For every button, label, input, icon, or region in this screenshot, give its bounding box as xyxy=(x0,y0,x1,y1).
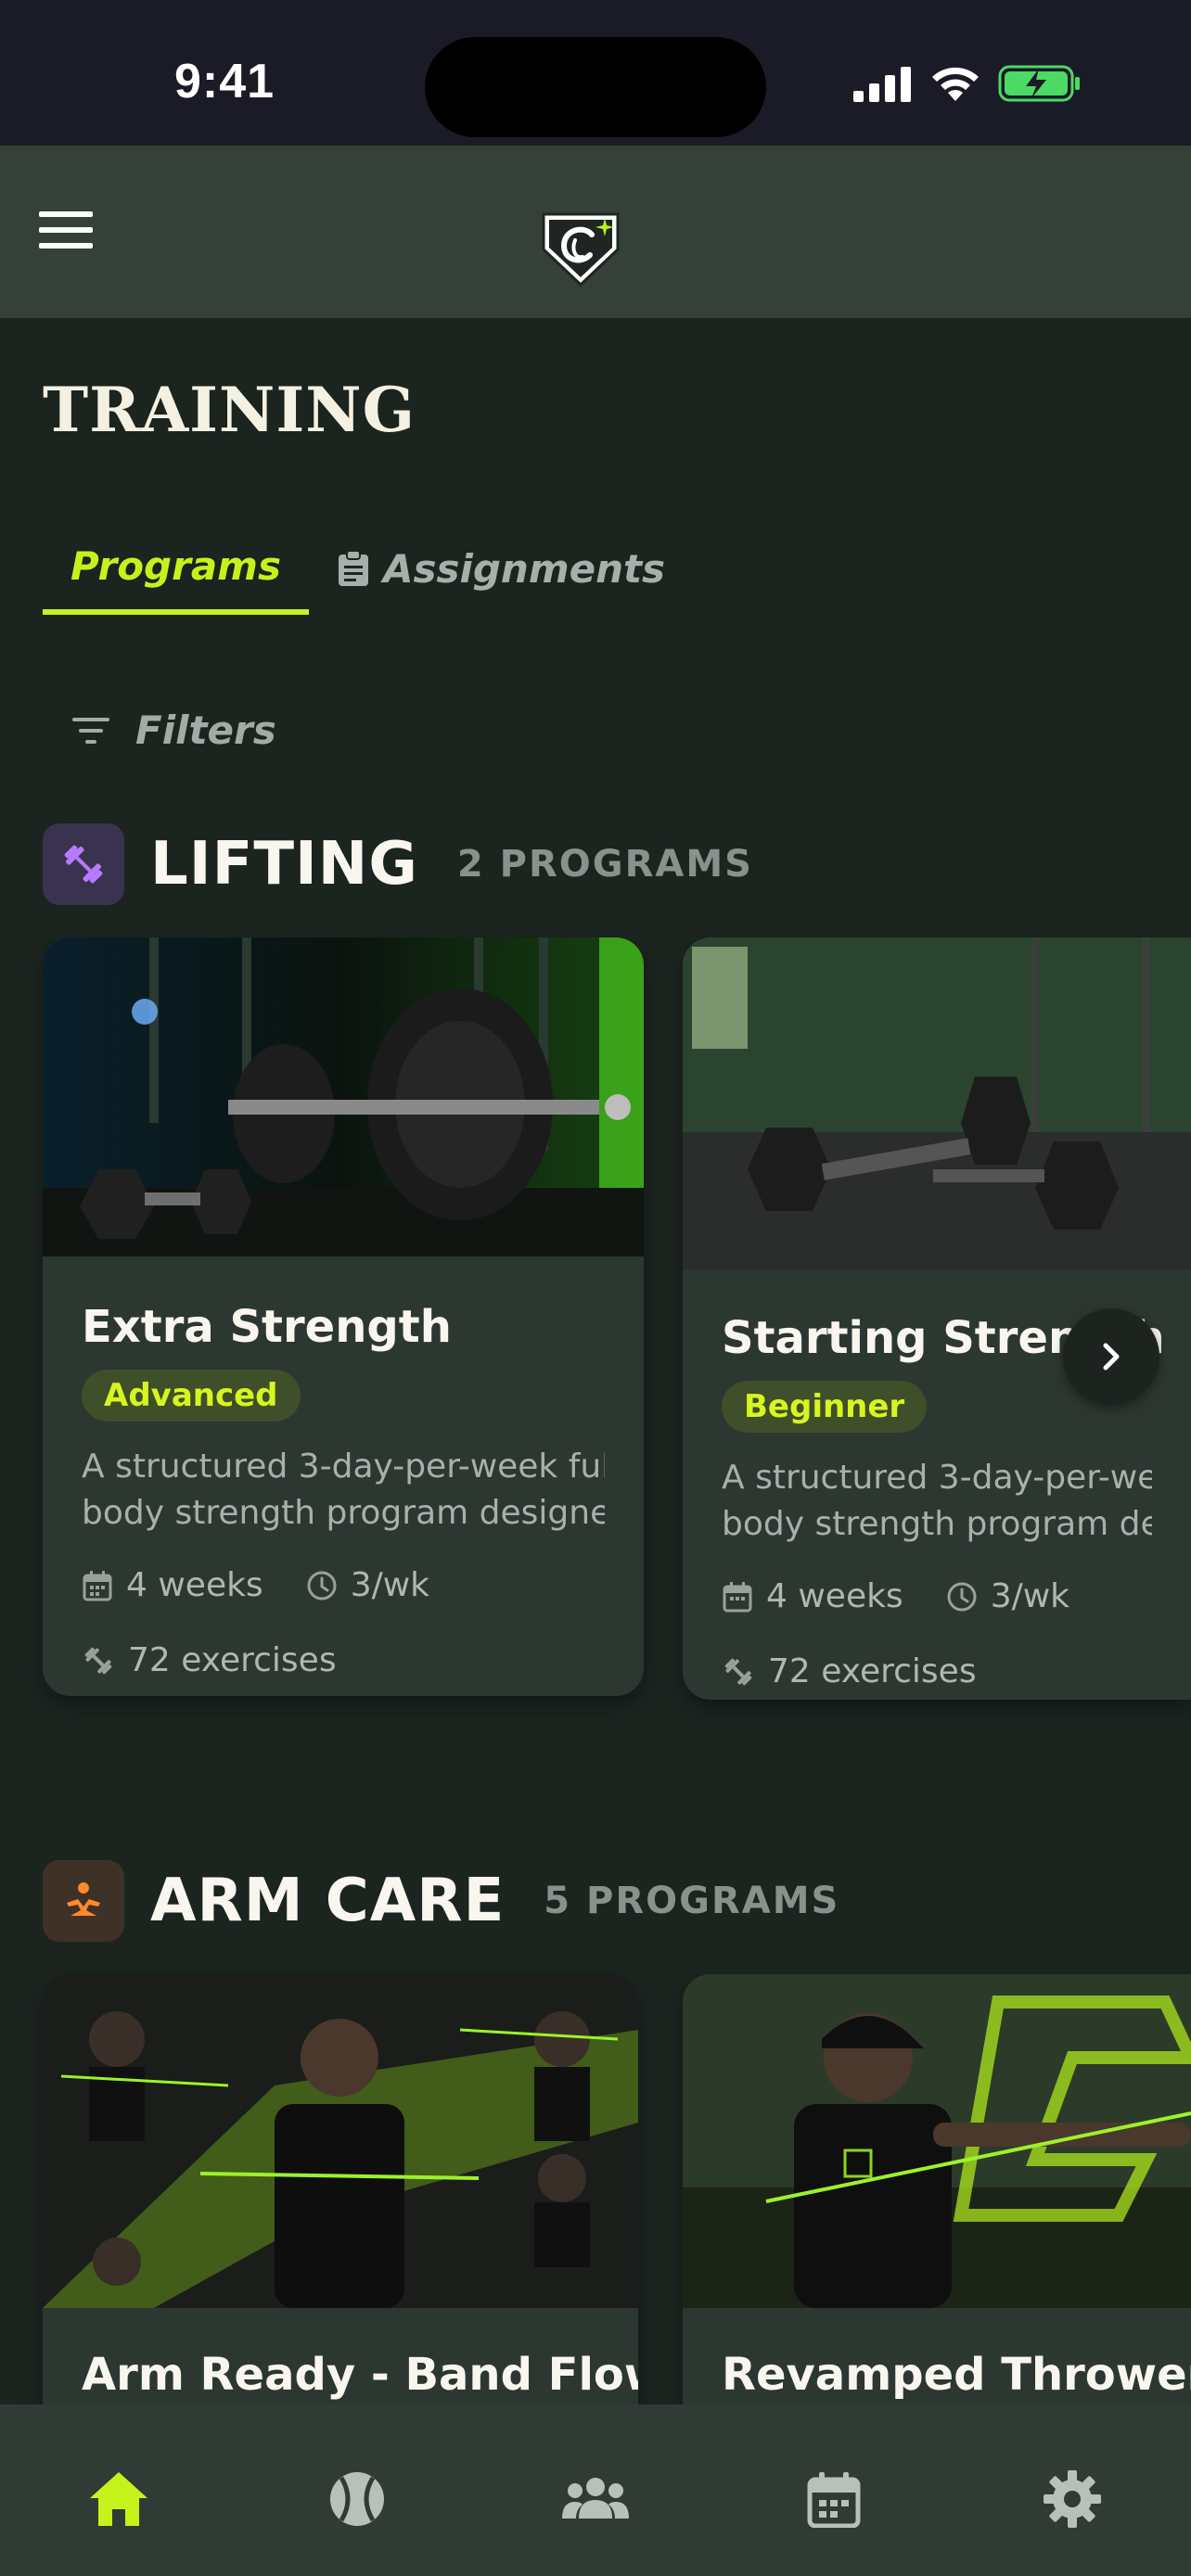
nav-home[interactable] xyxy=(82,2462,156,2536)
dumbbell-icon xyxy=(724,1658,752,1685)
frequency-text: 3/wk xyxy=(990,1577,1070,1615)
home-icon xyxy=(90,2472,148,2526)
program-meta: 4 weeks 3/wk xyxy=(82,1566,605,1604)
hamburger-menu-icon[interactable] xyxy=(39,203,93,257)
cellular-signal-icon xyxy=(853,67,911,102)
frequency-text: 3/wk xyxy=(350,1566,430,1604)
nav-team[interactable] xyxy=(558,2462,633,2536)
carousel-next-button[interactable] xyxy=(1063,1308,1159,1405)
section-icon-bg xyxy=(43,1860,124,1942)
program-description: A structured 3-day-per-week full body st… xyxy=(722,1455,1152,1548)
meta-frequency: 3/wk xyxy=(306,1566,429,1604)
meta-duration: 4 weeks xyxy=(82,1566,263,1604)
training-content: TRAINING Programs Assignments Filters LI… xyxy=(0,318,1191,2404)
level-badge: Beginner xyxy=(722,1381,928,1433)
description-line: A structured 3-day-per-week full xyxy=(722,1459,1152,1497)
clock-icon xyxy=(947,1582,977,1611)
filters-button[interactable]: Filters xyxy=(70,708,276,753)
clock-icon xyxy=(307,1571,337,1600)
program-image-barbell xyxy=(43,937,644,1256)
tab-assignments[interactable]: Assignments xyxy=(309,522,693,615)
section-header-arm-care: ARM CARE 5 PROGRAMS xyxy=(43,1860,839,1942)
tab-programs[interactable]: Programs xyxy=(43,522,309,615)
meditation-icon xyxy=(67,1882,100,1916)
dynamic-island xyxy=(425,37,766,137)
filters-label: Filters xyxy=(135,708,276,753)
wifi-icon xyxy=(932,67,979,101)
tab-programs-label: Programs xyxy=(70,542,281,589)
nav-settings[interactable] xyxy=(1035,2462,1109,2536)
clipboard-icon xyxy=(338,550,368,586)
program-title: Arm Ready - Band Flow xyxy=(82,2349,638,2401)
program-image-band-flow xyxy=(43,1974,638,2308)
description-line: body strength program designe... xyxy=(82,1494,605,1532)
training-tabs: Programs Assignments xyxy=(43,522,693,615)
status-time: 9:41 xyxy=(174,55,275,108)
filter-lines-icon xyxy=(72,717,109,744)
program-meta-exercises: 72 exercises xyxy=(722,1652,1152,1690)
status-icons xyxy=(853,63,1082,104)
dumbbell-icon xyxy=(84,1647,112,1674)
calendar-icon xyxy=(723,1581,752,1612)
section-title: ARM CARE xyxy=(150,1867,506,1935)
section-count: 5 PROGRAMS xyxy=(544,1880,840,1922)
program-title: Extra Strength xyxy=(82,1301,452,1353)
team-icon xyxy=(561,2478,629,2519)
section-header-lifting: LIFTING 2 PROGRAMS xyxy=(43,823,753,905)
battery-charging-icon xyxy=(998,65,1080,102)
meta-duration: 4 weeks xyxy=(722,1577,903,1615)
meta-frequency: 3/wk xyxy=(946,1577,1069,1615)
gear-icon xyxy=(1043,2470,1101,2528)
nav-baseball[interactable] xyxy=(320,2462,394,2536)
description-line: A structured 3-day-per-week full xyxy=(82,1447,605,1486)
exercises-text: 72 exercises xyxy=(128,1641,337,1679)
description-line: body strength program designe... xyxy=(722,1505,1152,1543)
meta-exercises: 72 exercises xyxy=(82,1641,337,1679)
chevron-right-icon xyxy=(1103,1343,1120,1371)
status-bar: 9:41 xyxy=(0,0,1191,146)
level-badge: Advanced xyxy=(82,1370,301,1422)
nav-calendar[interactable] xyxy=(797,2462,871,2536)
bottom-tab-bar xyxy=(0,2404,1191,2576)
program-meta-exercises: 72 exercises xyxy=(82,1641,605,1679)
calendar-icon xyxy=(807,2472,861,2528)
duration-text: 4 weeks xyxy=(126,1566,263,1604)
program-card-extra-strength[interactable]: Extra Strength Advanced A structured 3-d… xyxy=(43,937,644,1696)
exercises-text: 72 exercises xyxy=(768,1652,977,1690)
program-image-thrower xyxy=(683,1974,1191,2308)
meta-exercises: 72 exercises xyxy=(722,1652,977,1690)
program-image-dumbbells xyxy=(683,937,1191,1269)
program-title: Revamped Thrower's 1 xyxy=(722,2349,1191,2401)
tab-assignments-label: Assignments xyxy=(382,545,666,592)
section-icon-bg xyxy=(43,823,124,905)
dumbbell-icon xyxy=(64,845,103,884)
app-header xyxy=(0,146,1191,318)
page-title: TRAINING xyxy=(43,374,416,446)
program-card-revamped-throwers[interactable]: Revamped Thrower's 1 xyxy=(683,1974,1191,2404)
program-card-arm-ready[interactable]: Arm Ready - Band Flow xyxy=(43,1974,638,2404)
calendar-icon xyxy=(83,1570,112,1600)
section-title: LIFTING xyxy=(150,830,418,899)
baseball-icon xyxy=(330,2472,385,2526)
program-meta: 4 weeks 3/wk xyxy=(722,1577,1152,1615)
duration-text: 4 weeks xyxy=(766,1577,903,1615)
section-count: 2 PROGRAMS xyxy=(456,843,753,886)
shield-c-logo[interactable] xyxy=(538,205,623,290)
program-description: A structured 3-day-per-week full body st… xyxy=(82,1444,605,1537)
